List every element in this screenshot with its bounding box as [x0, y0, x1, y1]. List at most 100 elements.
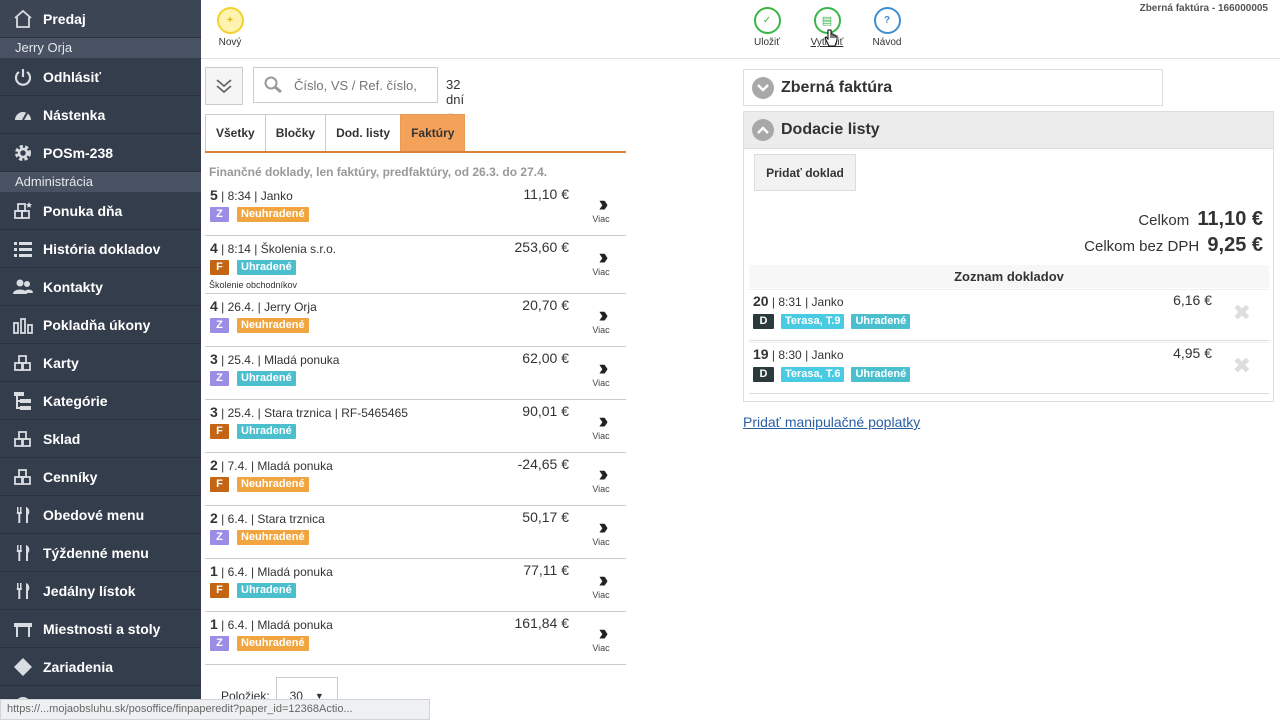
document-heading: 5 | 8:34 | Janko: [210, 187, 293, 203]
document-amount: -24,65 €: [517, 456, 569, 472]
more-label: Viac: [592, 378, 610, 388]
more-button[interactable]: ›› Viac: [590, 357, 612, 389]
tab-receipts[interactable]: Bločky: [264, 114, 327, 151]
save-button[interactable]: ✓ Uložiť: [742, 7, 792, 48]
sidebar-item-device[interactable]: POSm-238: [0, 134, 201, 172]
document-row[interactable]: 4 | 8:14 | Školenia s.r.o. 253,60 € F Uhrad…: [205, 236, 626, 294]
document-details: 8:30 | Janko: [778, 348, 844, 362]
payment-status-badge: Neuhradené: [237, 207, 309, 222]
delivery-notes-header[interactable]: Dodacie listy: [744, 112, 1273, 149]
sidebar-section-admin: Administrácia: [0, 172, 201, 192]
document-details: 8:14 | Školenia s.r.o.: [227, 242, 337, 256]
zberna-faktura-section[interactable]: Zberná faktúra: [743, 69, 1163, 106]
help-button[interactable]: ? Návod: [862, 7, 912, 48]
remove-icon[interactable]: ✖: [1233, 353, 1251, 379]
sidebar-item-4[interactable]: Karty: [0, 344, 201, 382]
more-button[interactable]: ›› Viac: [590, 304, 612, 336]
more-button[interactable]: ›› Viac: [590, 622, 612, 654]
more-button[interactable]: ›› Viac: [590, 244, 612, 278]
document-details: 25.4. | Stara trznica | RF-5465465: [227, 406, 408, 420]
tab-delivery-notes[interactable]: Dod. listy: [325, 114, 402, 151]
diamond-icon: [12, 656, 34, 678]
document-heading: 4 | 8:14 | Školenia s.r.o.: [210, 240, 337, 256]
browser-status-url: https://...mojaobsluhu.sk/posoffice/finp…: [0, 699, 430, 720]
sidebar-item-2[interactable]: Kontakty: [0, 268, 201, 306]
sidebar-item-label: Karty: [43, 354, 79, 371]
payment-status-badge: Uhradené: [237, 371, 296, 386]
section-title: Dodacie listy: [781, 121, 880, 138]
document-number: 1: [210, 616, 218, 632]
tab-all[interactable]: Všetky: [205, 114, 266, 151]
more-button[interactable]: ›› Viac: [590, 567, 612, 601]
document-heading: 2 | 7.4. | Mladá ponuka: [210, 457, 333, 473]
more-label: Viac: [592, 590, 610, 600]
tab-invoices[interactable]: Faktúry: [400, 114, 466, 151]
document-row[interactable]: 4 | 26.4. | Jerry Orja 20,70 € Z Neuhradené…: [205, 294, 626, 347]
payment-status-badge: Neuhradené: [237, 530, 309, 545]
payment-status-badge: Uhradené: [237, 424, 296, 439]
payment-status-badge: Uhradené: [237, 260, 296, 275]
document-details: 6.4. | Mladá ponuka: [227, 618, 333, 632]
search-icon: [264, 76, 282, 94]
hand-cursor-icon: [824, 29, 838, 47]
more-label: Viac: [592, 484, 610, 494]
document-row[interactable]: 1 | 6.4. | Mladá ponuka 161,84 € Z Neuhrade…: [205, 612, 626, 665]
document-heading: 3 | 25.4. | Mladá ponuka: [210, 351, 340, 367]
sidebar-item-8[interactable]: Obedové menu: [0, 496, 201, 534]
sidebar-item-9[interactable]: Týždenné menu: [0, 534, 201, 572]
document-details: 25.4. | Mladá ponuka: [227, 353, 340, 367]
document-amount: 77,11 €: [523, 562, 569, 578]
home-icon: [12, 8, 34, 30]
collapse-filter-button[interactable]: [205, 67, 243, 105]
sidebar-item-predaj[interactable]: Predaj: [0, 0, 201, 38]
sidebar-item-3[interactable]: Pokladňa úkony: [0, 306, 201, 344]
double-chevron-right-icon: ››: [598, 567, 609, 592]
more-button[interactable]: ›› Viac: [590, 410, 612, 442]
more-button[interactable]: ›› Viac: [590, 191, 612, 225]
doc-type-badge: F: [210, 477, 229, 492]
add-handling-fees-link[interactable]: Pridať manipulačné poplatky: [743, 414, 920, 430]
more-button[interactable]: ›› Viac: [590, 516, 612, 548]
sidebar-item-6[interactable]: Sklad: [0, 420, 201, 458]
document-row[interactable]: 5 | 8:34 | Janko 11,10 € Z Neuhradené ›› Viac: [205, 183, 626, 236]
payment-status-badge: Neuhradené: [237, 318, 309, 333]
sidebar-user-name: Jerry Orja: [0, 38, 201, 58]
document-row[interactable]: 3 | 25.4. | Mladá ponuka 62,00 € Z Uhradené…: [205, 347, 626, 400]
list-info: Finančné doklady, len faktúry, predfaktú…: [209, 165, 548, 179]
sidebar-item-1[interactable]: História dokladov: [0, 230, 201, 268]
sidebar-item-dashboard[interactable]: Nástenka: [0, 96, 201, 134]
sidebar-item-12[interactable]: Zariadenia: [0, 648, 201, 686]
double-chevron-right-icon: ››: [598, 244, 609, 269]
sidebar-item-label: Obedové menu: [43, 506, 145, 523]
document-row[interactable]: 1 | 6.4. | Mladá ponuka 77,11 € F Uhradené ›…: [205, 559, 626, 612]
sidebar-item-logout[interactable]: Odhlásiť: [0, 58, 201, 96]
sidebar-item-10[interactable]: Jedálny lístok: [0, 572, 201, 610]
document-details: 8:34 | Janko: [227, 189, 293, 203]
double-chevron-right-icon: ››: [598, 191, 609, 216]
sidebar-item-11[interactable]: Miestnosti a stoly: [0, 610, 201, 648]
document-amount: 161,84 €: [514, 615, 570, 631]
sidebar-item-label: Zariadenia: [43, 658, 114, 675]
new-button[interactable]: + Nový: [205, 7, 255, 48]
linked-document-row[interactable]: 19 | 8:30 | Janko 4,95 € D Terasa, T.6 Uhrad…: [749, 342, 1269, 394]
document-row[interactable]: 2 | 6.4. | Stara trznica 50,17 € Z Neuhrade…: [205, 506, 626, 559]
document-heading: 19 | 8:30 | Janko: [753, 346, 844, 362]
sidebar-item-7[interactable]: Cenníky: [0, 458, 201, 496]
more-button[interactable]: ›› Viac: [590, 463, 612, 495]
document-number: 3: [210, 351, 218, 367]
table-icon: [12, 618, 34, 640]
sidebar-item-0[interactable]: Ponuka dňa: [0, 192, 201, 230]
section-title: Zberná faktúra: [781, 78, 893, 96]
payment-status-badge: Uhradené: [237, 583, 296, 598]
bars-icon: [12, 314, 34, 336]
sidebar-item-5[interactable]: Kategórie: [0, 382, 201, 420]
add-document-button[interactable]: Pridať doklad: [754, 154, 856, 191]
linked-document-row[interactable]: 20 | 8:31 | Janko 6,16 € D Terasa, T.9 Uhrad…: [749, 289, 1269, 341]
table-badge: Terasa, T.6: [781, 367, 845, 382]
document-row[interactable]: 2 | 7.4. | Mladá ponuka -24,65 € F Neuhrade…: [205, 453, 626, 506]
remove-icon[interactable]: ✖: [1233, 300, 1251, 326]
gear-icon: [12, 142, 34, 164]
document-row[interactable]: 3 | 25.4. | Stara trznica | RF-5465465 90…: [205, 400, 626, 453]
search-input[interactable]: [294, 77, 434, 93]
document-amount: 20,70 €: [522, 297, 569, 313]
